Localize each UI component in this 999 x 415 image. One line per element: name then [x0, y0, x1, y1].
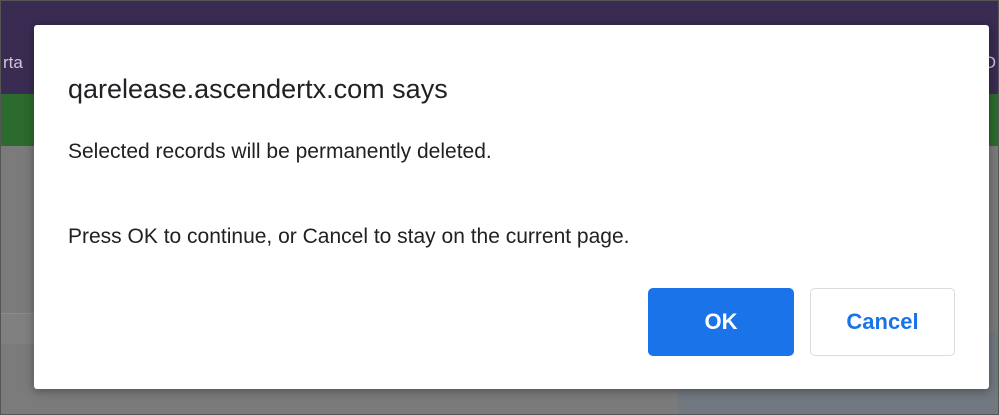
browser-viewport: rta D qarelease.ascendertx.com says Sele… — [0, 0, 999, 415]
dialog-message-line-2: Press OK to continue, or Cancel to stay … — [68, 225, 630, 248]
confirm-dialog: qarelease.ascendertx.com says Selected r… — [34, 25, 989, 389]
dialog-message-line-1: Selected records will be permanently del… — [68, 140, 492, 163]
page-left-panel — [1, 313, 36, 344]
app-header-text-fragment-left: rta — [3, 53, 23, 72]
dialog-message: Selected records will be permanently del… — [68, 138, 629, 251]
dialog-title: qarelease.ascendertx.com says — [68, 74, 448, 104]
dialog-message-spacer — [68, 166, 629, 223]
ok-button[interactable]: OK — [648, 288, 794, 356]
cancel-button[interactable]: Cancel — [810, 288, 955, 356]
